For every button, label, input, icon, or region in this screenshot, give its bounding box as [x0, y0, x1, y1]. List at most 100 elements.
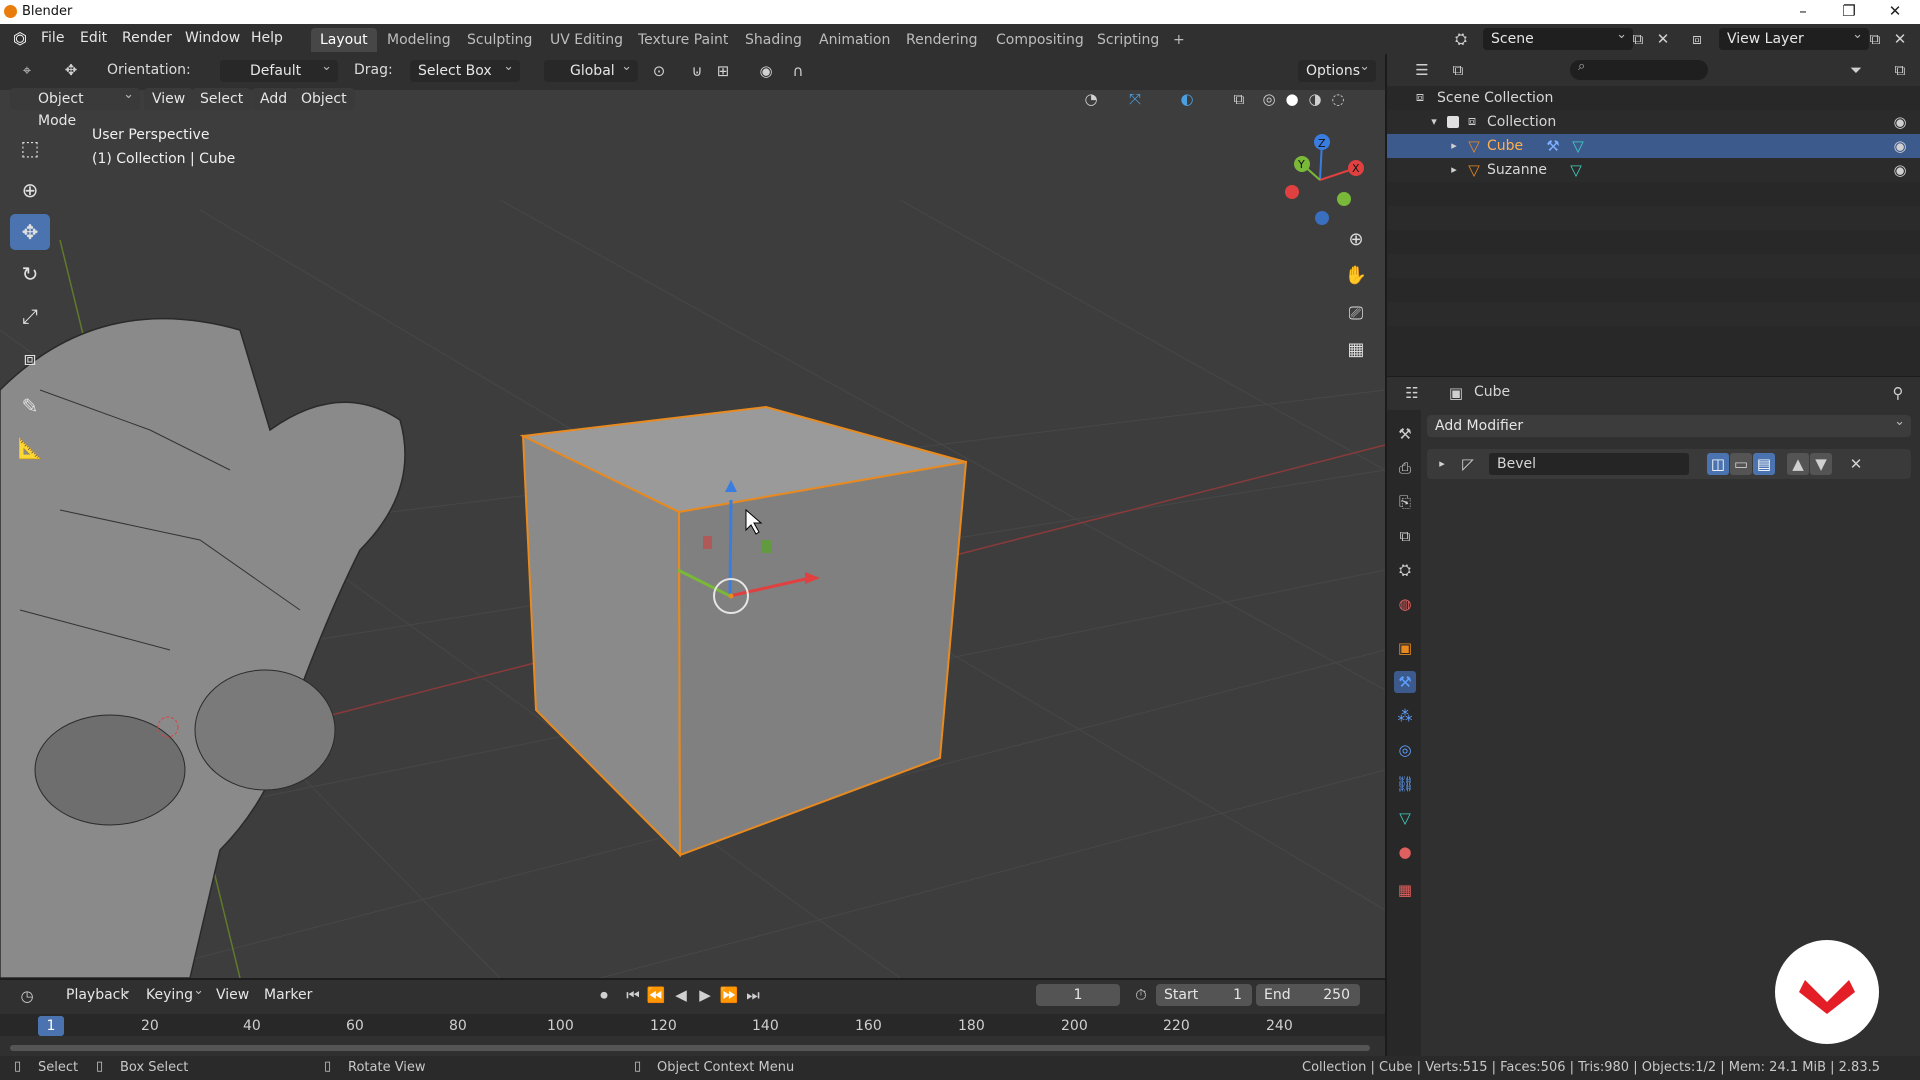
tab-layout[interactable]: Layout	[311, 28, 377, 52]
modifier-expand-arrow-icon[interactable]: ▸	[1431, 453, 1453, 475]
start-frame-field[interactable]: Start 1	[1156, 984, 1252, 1006]
play-icon[interactable]: ▶	[694, 984, 716, 1006]
wireframe-shading-icon[interactable]: ◎	[1258, 88, 1280, 110]
modifier-tab-icon[interactable]: ⚒	[1394, 671, 1416, 693]
visibility-eye-icon[interactable]: ◉	[1889, 135, 1911, 157]
outliner-search-input[interactable]: ⌕	[1570, 59, 1708, 80]
proportional-edit-icon[interactable]: ◉	[755, 60, 777, 82]
maximize-button[interactable]: ❐	[1826, 0, 1872, 24]
view-layer-tab-icon[interactable]: ⧉	[1394, 525, 1416, 547]
tab-shading[interactable]: Shading	[736, 28, 811, 52]
jump-end-icon[interactable]: ⏭	[742, 984, 764, 1006]
object-tab-icon[interactable]: ▣	[1394, 637, 1416, 659]
3d-viewport[interactable]: User Perspective (1) Collection | Cube Z…	[0, 90, 1385, 978]
rendered-shading-icon[interactable]: ◌	[1327, 88, 1349, 110]
prev-keyframe-icon[interactable]: ⏪	[645, 984, 667, 1006]
move-down-icon[interactable]: ▼	[1810, 453, 1832, 475]
scale-tool-icon[interactable]: ⤢	[10, 298, 50, 334]
new-collection-icon[interactable]: ⧉	[1889, 59, 1911, 81]
scene-icon[interactable]: ⛭	[1450, 28, 1472, 50]
render-tab-icon[interactable]: ⎙	[1394, 457, 1416, 479]
menu-edit[interactable]: Edit	[80, 30, 107, 46]
tab-modeling[interactable]: Modeling	[378, 28, 460, 52]
play-reverse-icon[interactable]: ◀	[670, 984, 692, 1006]
playback-menu[interactable]: Playback	[58, 980, 138, 1006]
next-keyframe-icon[interactable]: ⏩	[718, 984, 740, 1006]
menu-render[interactable]: Render	[122, 30, 172, 46]
measure-tool-icon[interactable]: 📐	[10, 430, 50, 466]
tab-sculpting[interactable]: Sculpting	[458, 28, 541, 52]
current-frame-field[interactable]: 1	[1036, 984, 1120, 1006]
marker-menu[interactable]: Marker	[256, 984, 320, 1006]
timeline-editor-type-icon[interactable]: ◷	[16, 985, 38, 1007]
menu-add[interactable]: Add	[252, 88, 296, 110]
minimize-button[interactable]: –	[1780, 0, 1826, 24]
add-workspace-button[interactable]: +	[1164, 28, 1194, 52]
zoom-icon[interactable]: ⊕	[1342, 226, 1370, 254]
outliner-row-cube[interactable]: ▸ ▽ Cube ⚒ ▽ ◉	[1387, 134, 1920, 158]
scene-tab-icon[interactable]: ⛭	[1394, 559, 1416, 581]
drag-dropdown[interactable]: Select Box	[410, 56, 520, 82]
visibility-eye-icon[interactable]: ◉	[1889, 111, 1911, 133]
navigation-gizmo[interactable]: Z X Y	[1280, 130, 1370, 230]
visibility-eye-icon[interactable]: ◉	[1889, 159, 1911, 181]
cursor-tool-icon[interactable]: ⊕	[10, 172, 50, 208]
snap-icon[interactable]: ⊍	[686, 60, 708, 82]
menu-select[interactable]: Select	[192, 88, 252, 110]
new-view-layer-icon[interactable]: ⧉	[1864, 28, 1886, 50]
playhead[interactable]: 1	[38, 1016, 64, 1036]
move-up-icon[interactable]: ▲	[1787, 453, 1809, 475]
editor-type-icon[interactable]: ⌖	[16, 59, 38, 81]
expand-arrow-icon[interactable]: ▸	[1443, 159, 1465, 181]
menu-window[interactable]: Window	[185, 30, 240, 46]
pivot-point-icon[interactable]: ⊙	[648, 60, 670, 82]
timeline-view-menu[interactable]: View	[208, 984, 257, 1006]
menu-help[interactable]: Help	[251, 30, 283, 46]
options-dropdown[interactable]: Options	[1298, 56, 1376, 82]
rotate-tool-icon[interactable]: ↻	[10, 256, 50, 292]
menu-file[interactable]: File	[41, 30, 64, 46]
view-layer-selector[interactable]: View Layer	[1719, 24, 1869, 50]
material-shading-icon[interactable]: ◑	[1304, 88, 1326, 110]
annotate-tool-icon[interactable]: ✎	[10, 388, 50, 424]
menu-view[interactable]: View	[144, 88, 194, 110]
gizmo-toggle-icon[interactable]: ⤧	[1124, 88, 1146, 110]
xray-icon[interactable]: ⧉	[1228, 88, 1250, 110]
outliner-row-collection[interactable]: ▾ ⧈ Collection ◉	[1387, 110, 1920, 134]
material-tab-icon[interactable]: ●	[1394, 841, 1416, 863]
timeline-scrollbar[interactable]	[10, 1045, 1370, 1051]
particles-tab-icon[interactable]: ⁂	[1394, 705, 1416, 727]
collection-checkbox[interactable]	[1447, 116, 1459, 128]
texture-tab-icon[interactable]: ▦	[1394, 879, 1416, 901]
preview-range-icon[interactable]: ⏱	[1130, 984, 1152, 1006]
outliner-row-suzanne[interactable]: ▸ ▽ Suzanne ▽ ◉	[1387, 158, 1920, 182]
scene-selector[interactable]: Scene	[1483, 24, 1633, 50]
orientation-dropdown[interactable]: Default	[220, 56, 338, 82]
data-tab-icon[interactable]: ▽	[1394, 807, 1416, 829]
tab-texture-paint[interactable]: Texture Paint	[629, 28, 737, 52]
move-tool-icon[interactable]: ✥	[10, 214, 50, 250]
render-toggle-icon[interactable]: ▤	[1753, 453, 1775, 475]
physics-tab-icon[interactable]: ◎	[1394, 739, 1416, 761]
constraints-tab-icon[interactable]: ⛓	[1394, 773, 1416, 795]
keying-menu[interactable]: Keying	[138, 980, 210, 1006]
mode-dropdown[interactable]: Object Mode	[10, 84, 140, 129]
collapse-arrow-icon[interactable]: ▾	[1423, 111, 1445, 133]
delete-scene-icon[interactable]: ✕	[1652, 28, 1674, 50]
display-mode-icon[interactable]: ⧉	[1447, 59, 1469, 81]
tab-compositing[interactable]: Compositing	[987, 28, 1093, 52]
properties-editor-type-icon[interactable]: ☷	[1401, 382, 1423, 404]
outliner-row-scene-collection[interactable]: ⧈ Scene Collection	[1387, 86, 1920, 110]
modifier-name-field[interactable]: Bevel	[1489, 453, 1689, 475]
camera-view-icon[interactable]: ⎚	[1342, 300, 1370, 328]
filter-icon[interactable]: ⏷	[1845, 59, 1867, 81]
tool-tab-icon[interactable]: ⚒	[1394, 423, 1416, 445]
world-tab-icon[interactable]: ◍	[1394, 593, 1416, 615]
perspective-toggle-icon[interactable]: ▦	[1342, 336, 1370, 364]
add-modifier-dropdown[interactable]: Add Modifier	[1427, 411, 1911, 437]
solid-shading-icon[interactable]: ●	[1281, 88, 1303, 110]
pin-icon[interactable]: ⚲	[1887, 382, 1909, 404]
jump-start-icon[interactable]: ⏮	[622, 984, 644, 1006]
select-box-tool-icon[interactable]: ⬚	[10, 130, 50, 166]
visibility-icon[interactable]: ◔	[1080, 88, 1102, 110]
